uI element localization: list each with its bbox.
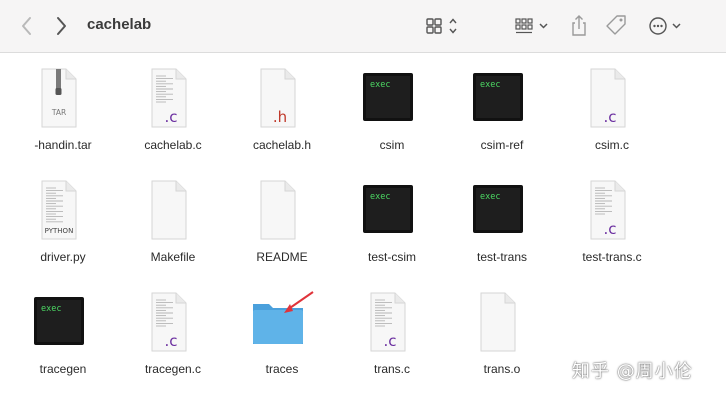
document-icon: PYTHON xyxy=(13,178,113,244)
file-name: tracegen.c xyxy=(144,362,202,376)
chevron-right-icon xyxy=(57,17,66,35)
icon-grid-view-icon xyxy=(426,18,457,34)
executable-icon: exec xyxy=(13,290,113,356)
file-item[interactable]: traces xyxy=(232,278,332,390)
document-icon xyxy=(452,290,552,356)
file-name: Makefile xyxy=(150,250,196,264)
window-title: cachelab xyxy=(87,16,152,33)
exec-badge: exec xyxy=(370,80,390,90)
file-item[interactable]: .h cachelab.h xyxy=(232,54,332,166)
file-name: csim-ref xyxy=(480,138,524,152)
executable-icon: exec xyxy=(452,66,552,132)
view-mode-button[interactable] xyxy=(424,13,462,39)
document-icon: .c xyxy=(123,290,223,356)
svg-text:.c: .c xyxy=(603,220,616,238)
tag-button[interactable] xyxy=(604,13,630,39)
file-name: -handin.tar xyxy=(34,138,92,152)
exec-badge: exec xyxy=(480,192,500,202)
file-name: test-csim xyxy=(368,250,416,264)
forward-button[interactable] xyxy=(50,14,72,38)
file-name: csim xyxy=(379,138,405,152)
file-item[interactable]: README xyxy=(232,166,332,278)
svg-text:.c: .c xyxy=(383,332,396,350)
file-item[interactable]: .c cachelab.c xyxy=(123,54,223,166)
document-icon: .c xyxy=(562,178,662,244)
document-icon: .c xyxy=(562,66,662,132)
svg-text:.c: .c xyxy=(164,108,177,126)
file-item[interactable]: exec tracegen xyxy=(13,278,113,390)
executable-icon: exec xyxy=(452,178,552,244)
file-name: traces xyxy=(265,362,299,376)
file-name: trans.c xyxy=(373,362,410,376)
exec-badge: exec xyxy=(41,304,61,314)
svg-text:TAR: TAR xyxy=(51,108,66,117)
watermark: 知乎 @周小伦 xyxy=(572,361,693,382)
exec-badge: exec xyxy=(480,80,500,90)
share-icon xyxy=(572,15,586,36)
file-name: csim.c xyxy=(595,138,629,152)
document-icon: TAR xyxy=(13,66,113,132)
more-actions-button[interactable] xyxy=(646,13,686,39)
file-item[interactable]: .c test-trans.c xyxy=(562,166,662,278)
file-name: driver.py xyxy=(40,250,86,264)
file-item[interactable]: .c trans.c xyxy=(342,278,442,390)
document-icon: .c xyxy=(123,66,223,132)
file-item[interactable]: exec test-csim xyxy=(342,166,442,278)
document-icon xyxy=(232,178,332,244)
file-item[interactable]: exec csim xyxy=(342,54,442,166)
more-actions-icon xyxy=(649,17,681,35)
file-grid: TAR -handin.tar .c cachelab.c .h cachelab.h… xyxy=(0,54,726,400)
exec-badge: exec xyxy=(370,192,390,202)
chevron-left-icon xyxy=(22,17,31,35)
file-item[interactable]: TAR -handin.tar xyxy=(13,54,113,166)
file-name: tracegen xyxy=(39,362,87,376)
group-by-icon xyxy=(515,18,548,34)
file-item[interactable]: PYTHON driver.py xyxy=(13,166,113,278)
file-item[interactable]: exec test-trans xyxy=(452,166,552,278)
share-button[interactable] xyxy=(568,13,590,39)
svg-text:.c: .c xyxy=(603,108,616,126)
toolbar: cachelab xyxy=(0,0,726,53)
executable-icon: exec xyxy=(342,178,442,244)
document-icon: .c xyxy=(342,290,442,356)
back-button[interactable] xyxy=(16,14,38,38)
group-by-button[interactable] xyxy=(512,13,552,39)
file-name: test-trans.c xyxy=(582,250,642,264)
file-name: trans.o xyxy=(483,362,521,376)
file-item[interactable]: .c tracegen.c xyxy=(123,278,223,390)
svg-text:PYTHON: PYTHON xyxy=(45,227,74,235)
file-item[interactable]: Makefile xyxy=(123,166,223,278)
file-item[interactable]: trans.o xyxy=(452,278,552,390)
file-name: cachelab.h xyxy=(252,138,312,152)
file-item[interactable]: .c csim.c xyxy=(562,54,662,166)
document-icon: .h xyxy=(232,66,332,132)
file-name: README xyxy=(256,250,308,264)
file-item[interactable]: exec csim-ref xyxy=(452,54,552,166)
tag-icon xyxy=(606,15,626,35)
svg-text:.h: .h xyxy=(273,108,287,126)
folder-icon xyxy=(232,290,332,356)
svg-text:.c: .c xyxy=(164,332,177,350)
file-name: cachelab.c xyxy=(144,138,202,152)
file-name: test-trans xyxy=(476,250,527,264)
document-icon xyxy=(123,178,223,244)
executable-icon: exec xyxy=(342,66,442,132)
